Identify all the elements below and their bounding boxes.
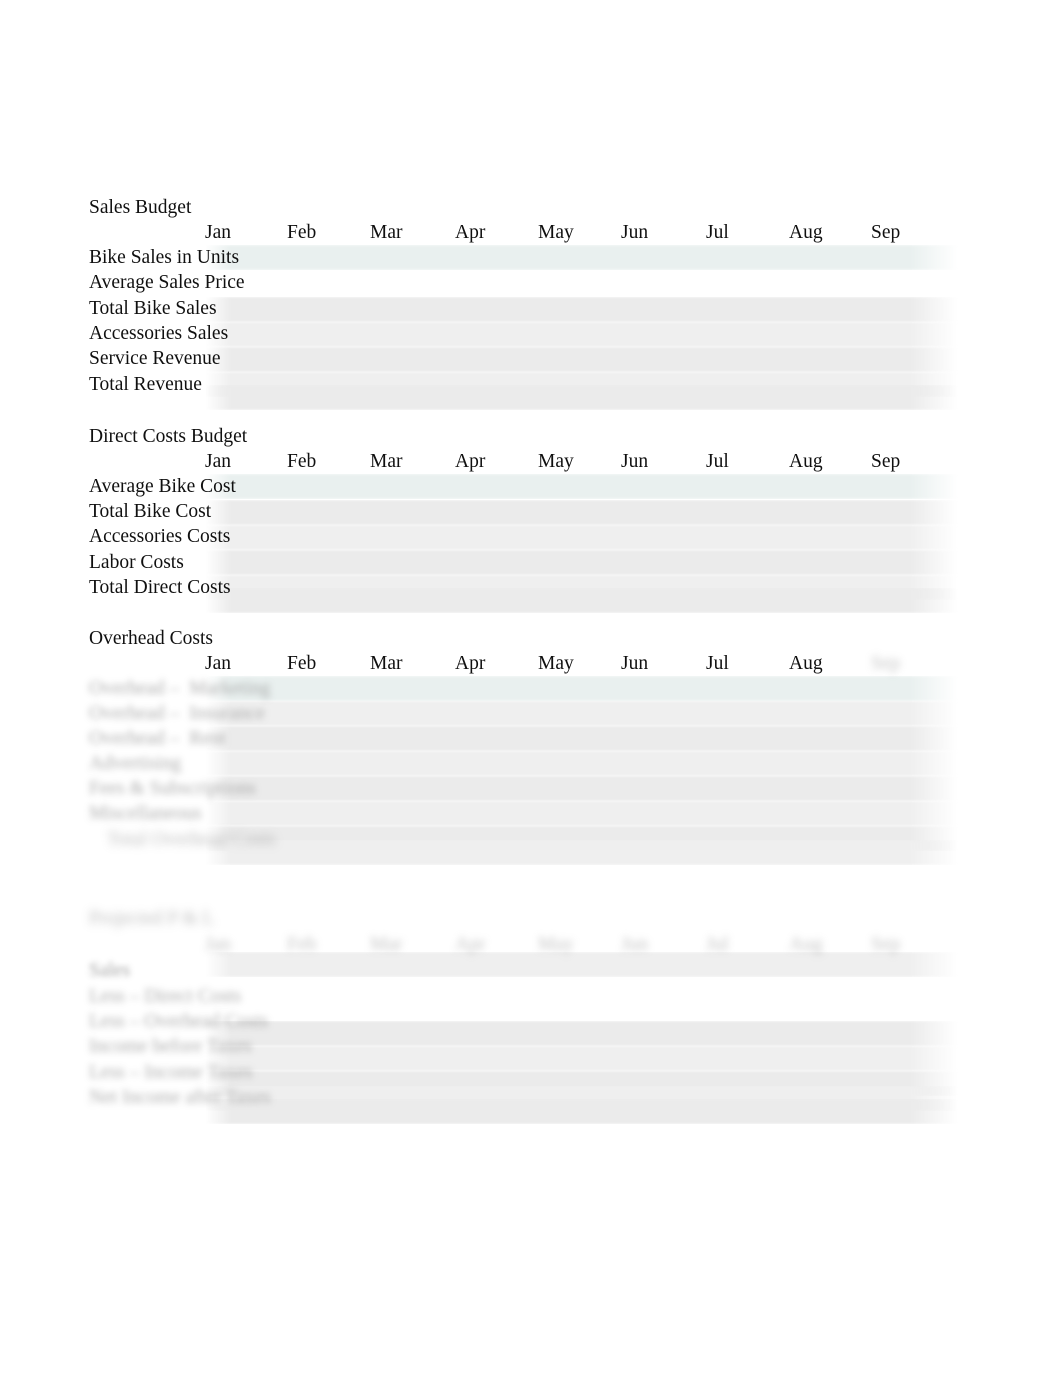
column-header-mar: Mar <box>370 653 403 674</box>
column-header-feb: Feb <box>287 451 317 472</box>
row-band <box>205 474 958 499</box>
column-header-apr: Apr <box>455 451 486 472</box>
column-header-jul: Jul <box>706 222 729 243</box>
section-title-overhead-costs: Overhead Costs <box>89 628 214 649</box>
row-band <box>205 751 958 776</box>
row-label-redacted: Fees & Subscriptions <box>89 778 256 799</box>
column-header-aug: Aug <box>789 653 823 674</box>
row-label-redacted: Sales <box>89 960 131 981</box>
column-header-sep: Sep <box>871 451 901 472</box>
row-label-redacted: Overhead – Insurance <box>89 703 265 724</box>
column-header-jun: Jun <box>621 451 649 472</box>
column-header-redacted: Feb <box>287 934 317 955</box>
column-header-redacted: Sep <box>871 934 901 955</box>
column-header-redacted: Mar <box>370 934 403 955</box>
column-header-mar: Mar <box>370 222 403 243</box>
column-header-redacted: Jul <box>706 934 729 955</box>
row-band <box>205 676 958 701</box>
row-label: Average Bike Cost <box>89 476 236 497</box>
row-label-redacted: Less – Income Taxes <box>89 1062 253 1083</box>
column-header-may: May <box>538 222 574 243</box>
row-label-redacted: Overhead – Marketing <box>89 678 271 699</box>
row-band <box>205 840 958 865</box>
column-header-jul: Jul <box>706 653 729 674</box>
row-label-redacted: Total Overhead Costs <box>107 829 276 850</box>
column-header-jan: Jan <box>205 653 231 674</box>
row-band <box>205 550 958 575</box>
column-header-redacted: Apr <box>455 934 486 955</box>
column-header-redacted: Jun <box>621 934 649 955</box>
column-header-feb: Feb <box>287 653 317 674</box>
column-header-jul: Jul <box>706 451 729 472</box>
row-label: Total Bike Cost <box>89 501 212 522</box>
column-header-aug: Aug <box>789 451 823 472</box>
row-band <box>205 385 958 410</box>
column-header-mar: Mar <box>370 451 403 472</box>
row-label: Bike Sales in Units <box>89 247 240 268</box>
row-band <box>205 297 958 322</box>
row-label: Accessories Sales <box>89 323 229 344</box>
column-header-jun: Jun <box>621 222 649 243</box>
row-label-redacted: Advertising <box>89 753 182 774</box>
row-label: Average Sales Price <box>89 272 245 293</box>
document-page: Sales Budget Jan Feb Mar Apr May Jun Jul… <box>0 0 1062 1376</box>
column-header-may: May <box>538 451 574 472</box>
row-band <box>205 525 958 550</box>
column-header-apr: Apr <box>455 222 486 243</box>
row-band <box>205 588 958 613</box>
column-header-feb: Feb <box>287 222 317 243</box>
row-label-redacted: Miscellaneous <box>89 803 202 824</box>
row-band <box>205 322 958 347</box>
row-label: Service Revenue <box>89 348 221 369</box>
column-header-apr: Apr <box>455 653 486 674</box>
row-label: Labor Costs <box>89 552 184 573</box>
column-header-redacted: May <box>538 934 574 955</box>
column-header-jan: Jan <box>205 222 231 243</box>
row-label: Total Direct Costs <box>89 577 231 598</box>
column-header-may: May <box>538 653 574 674</box>
row-label-redacted: Net Income after Taxes <box>89 1087 271 1108</box>
column-header-sep: Sep <box>871 222 901 243</box>
column-header-sep-redacted: Sep <box>871 653 901 674</box>
row-band <box>205 245 958 270</box>
row-band <box>205 1046 958 1071</box>
row-band <box>205 500 958 525</box>
column-header-redacted: Aug <box>789 934 823 955</box>
column-header-jun: Jun <box>621 653 649 674</box>
row-band <box>205 1099 958 1124</box>
column-header-redacted: Jan <box>205 934 231 955</box>
column-header-jan: Jan <box>205 451 231 472</box>
row-band <box>205 776 958 801</box>
row-band <box>205 1021 958 1046</box>
row-label-redacted: Less – Overhead Costs <box>89 1011 269 1032</box>
row-label-redacted: Overhead – Rent <box>89 728 226 749</box>
row-band <box>205 952 958 977</box>
row-label: Total Revenue <box>89 374 202 395</box>
section-title-direct-costs-budget: Direct Costs Budget <box>89 426 248 447</box>
row-band <box>205 726 958 751</box>
section-title-sales-budget: Sales Budget <box>89 197 192 218</box>
section-title-redacted: Projected P & L <box>89 908 215 929</box>
row-label: Accessories Costs <box>89 526 231 547</box>
row-band <box>205 801 958 826</box>
row-label-redacted: Less – Direct Costs <box>89 986 242 1007</box>
column-header-aug: Aug <box>789 222 823 243</box>
row-label-redacted: Income before Taxes <box>89 1036 252 1057</box>
row-band <box>205 701 958 726</box>
row-band <box>205 347 958 372</box>
row-label: Total Bike Sales <box>89 298 217 319</box>
